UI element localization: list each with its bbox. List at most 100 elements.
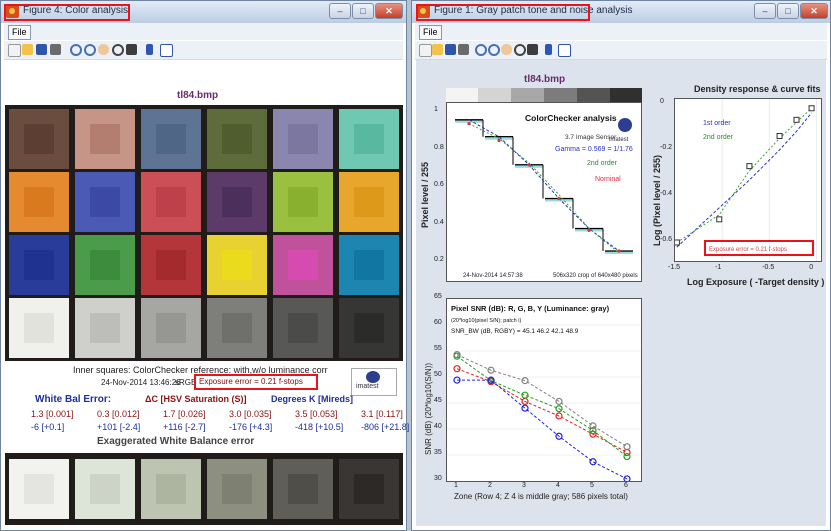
density-ylabel: Log (Pixel level / 255) [652, 154, 662, 246]
colorchecker-patch [75, 298, 135, 358]
snr-xtick-label: 2 [488, 482, 492, 489]
density-measured-point [793, 116, 800, 123]
data-cursor-icon[interactable] [527, 44, 538, 55]
snr-xtick-label: 6 [624, 482, 628, 489]
first-order-legend: 1st order [703, 120, 731, 127]
print-icon[interactable] [50, 44, 61, 55]
snr-ytick-label: 50 [434, 371, 442, 378]
menu-bar: File [415, 23, 827, 40]
snr-line-r [456, 368, 628, 453]
colorchecker-patch [339, 172, 399, 232]
nominal-point [587, 228, 591, 233]
colorchecker-patch [9, 109, 69, 169]
title-bar[interactable]: Figure 1: Gray patch tone and noise anal… [412, 1, 830, 23]
zoom-in-icon[interactable] [70, 44, 82, 56]
rotate-icon[interactable] [112, 44, 124, 56]
file-name-label: tl84.bmp [524, 74, 566, 85]
nominal-point [497, 138, 501, 143]
minimize-button[interactable]: – [754, 3, 776, 19]
legend-icon[interactable] [160, 44, 173, 57]
snr-xtick-label: 3 [522, 482, 526, 489]
close-button[interactable]: ✕ [375, 3, 403, 19]
zoom-in-icon[interactable] [475, 44, 487, 56]
patch-inner-square [288, 313, 318, 343]
patch-inner-square [222, 187, 252, 217]
first-order-fit-line [676, 112, 812, 248]
patch-inner-square [354, 124, 384, 154]
maximize-button[interactable]: □ [352, 3, 374, 19]
delta-c-label: ΔC [HSV Saturation (S)] [145, 394, 247, 404]
snr-plot-title: Pixel SNR (dB): R, G, B, Y (Luminance: g… [451, 304, 610, 313]
close-button[interactable]: ✕ [800, 3, 828, 19]
colorchecker-patch [75, 235, 135, 295]
wb-degrees-value: -6 [+0.1] [31, 422, 65, 432]
file-menu[interactable]: File [419, 25, 442, 40]
patch-inner-square [354, 187, 384, 217]
new-figure-icon[interactable] [8, 44, 21, 57]
second-order-legend: 2nd order [703, 134, 734, 141]
menu-bar: File [4, 23, 403, 40]
legend-icon[interactable] [558, 44, 571, 57]
analysis-date: 24-Nov-2014 13:46:26 [101, 378, 181, 387]
figure-canvas: tl84.bmp ColorChecker analysis 3.7 Image … [416, 60, 826, 526]
zoom-out-icon[interactable] [84, 44, 96, 56]
patch-inner-square [24, 474, 54, 504]
colorchecker-patch [207, 235, 267, 295]
zoom-out-icon[interactable] [488, 44, 500, 56]
tone-ytick-label: 0.4 [434, 218, 444, 226]
exaggerated-wb-label: Exaggerated White Balance error [97, 436, 255, 447]
wb-delta-value: 3.5 [0.053] [295, 409, 338, 419]
imatest-logo-text: imatest [609, 137, 629, 143]
snr-ylabel: SNR (dB) (20*log10(S/N)) [424, 362, 433, 455]
tone-response-plot: ColorChecker analysis 3.7 Image Sensor Gam… [446, 102, 642, 282]
title-bar[interactable]: Figure 4: Color analysis – □ ✕ [1, 1, 406, 23]
title-highlight-box [4, 4, 130, 21]
colorchecker-patch [75, 172, 135, 232]
wb-delta-value: 0.3 [0.012] [97, 409, 140, 419]
colorchecker-patch [9, 235, 69, 295]
save-icon[interactable] [445, 44, 456, 55]
density-ytick-label: -0.4 [660, 190, 673, 198]
white-balance-error-label: White Bal Error: [35, 394, 112, 405]
density-measured-point [776, 133, 783, 140]
wb-degrees-value: +116 [-2.7] [163, 422, 206, 432]
patch-inner-square [222, 250, 252, 280]
file-menu[interactable]: File [8, 25, 31, 40]
colorchecker-patch [141, 172, 201, 232]
tone-plot-title: ColorChecker analysis [525, 113, 617, 123]
new-figure-icon[interactable] [419, 44, 432, 57]
snr-ytick-label: 60 [434, 319, 442, 326]
wb-delta-value: 3.1 [0.117] [361, 409, 403, 419]
rotate-icon[interactable] [514, 44, 526, 56]
pan-hand-icon[interactable] [98, 44, 109, 55]
patch-inner-square [24, 124, 54, 154]
density-xtick-label: -0.5 [762, 264, 775, 271]
colorbar-icon[interactable] [545, 44, 552, 55]
colorchecker-patch [339, 298, 399, 358]
density-response-plot: 1st order 2nd order Exposure error = 0.21 … [673, 98, 822, 262]
imatest-globe-icon [618, 118, 632, 132]
minimize-button[interactable]: – [329, 3, 351, 19]
colorchecker-patch [207, 109, 267, 169]
data-cursor-icon[interactable] [126, 44, 137, 55]
density-xtick-label: 0 [809, 264, 814, 271]
exaggerated-patch [141, 459, 201, 519]
maximize-button[interactable]: □ [777, 3, 799, 19]
density-xtick-label: -1 [715, 264, 722, 271]
wb-degrees-value: +101 [-2.4] [97, 422, 141, 432]
nominal-point [557, 196, 561, 201]
patch-inner-square [156, 250, 186, 280]
save-icon[interactable] [36, 44, 47, 55]
colorchecker-patch [141, 109, 201, 169]
open-file-icon[interactable] [432, 44, 443, 55]
density-xlabel: Log Exposure ( -Target density ) [687, 277, 825, 287]
density-xtick-label: -1.5 [668, 264, 681, 271]
colorbar-icon[interactable] [146, 44, 153, 55]
density-measured-point [716, 216, 723, 223]
open-file-icon[interactable] [22, 44, 33, 55]
pan-hand-icon[interactable] [501, 44, 512, 55]
snr-point-y [623, 443, 631, 451]
snr-ytick-label: 40 [434, 423, 442, 430]
snr-ytick-label: 55 [434, 345, 442, 352]
print-icon[interactable] [458, 44, 469, 55]
